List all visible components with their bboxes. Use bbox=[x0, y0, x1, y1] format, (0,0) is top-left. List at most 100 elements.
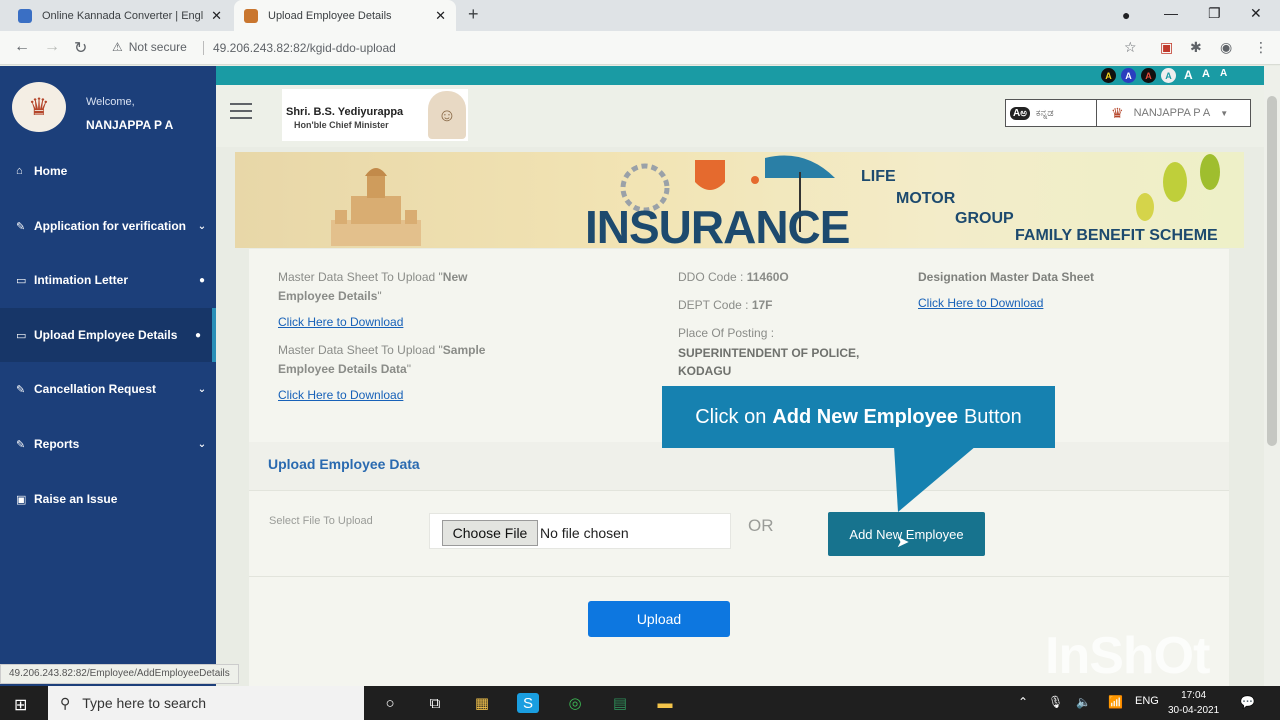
browser-tab-kannada-converter[interactable]: Online Kannada Converter | Engl ✕ bbox=[8, 0, 232, 31]
scrollbar-thumb[interactable] bbox=[1267, 96, 1277, 446]
section-divider bbox=[249, 490, 1229, 491]
monitor-icon: ▭ bbox=[16, 274, 27, 287]
banner-group-text: GROUP bbox=[955, 210, 1014, 227]
notifications-icon[interactable]: 💬 bbox=[1240, 695, 1255, 709]
microphone-icon[interactable]: 🎙 bbox=[1048, 695, 1063, 709]
dot-icon: ● bbox=[194, 329, 202, 341]
chevron-down-icon: ⌄ bbox=[197, 438, 207, 450]
security-indicator[interactable]: ⚠ Not secure bbox=[112, 40, 187, 54]
caret-down-icon: ▼ bbox=[1220, 108, 1229, 118]
callout-pointer bbox=[894, 446, 976, 512]
puzzle-extensions-icon[interactable]: ✱ bbox=[1190, 39, 1202, 56]
monitor-icon: ▭ bbox=[16, 329, 27, 342]
inshot-watermark: InShOt bbox=[1045, 627, 1210, 685]
skype-icon[interactable]: S bbox=[517, 693, 539, 713]
restore-icon[interactable]: ❐ bbox=[1208, 5, 1221, 22]
url-field[interactable]: 49.206.243.82:82/kgid-ddo-upload bbox=[213, 41, 396, 55]
font-normal-button[interactable]: A bbox=[1202, 68, 1210, 80]
close-icon[interactable]: ✕ bbox=[435, 8, 446, 24]
language-toggle-button[interactable]: Aಅ ಕನ್ನಡ bbox=[1005, 99, 1097, 127]
taskbar-search-box[interactable]: ⚲ Type here to search bbox=[48, 686, 364, 720]
extension-icon[interactable]: ▣ bbox=[1160, 39, 1173, 56]
taskbar-clock[interactable]: 17:04 30-04-2021 bbox=[1168, 688, 1219, 718]
sidebar-item-cancellation-request[interactable]: ✎ Cancellation Request ⌄ bbox=[0, 362, 216, 416]
download-new-employee-sheet-link[interactable]: Click Here to Download bbox=[278, 315, 403, 329]
mouse-cursor-icon: ➤ bbox=[896, 534, 910, 551]
page-scrollbar[interactable] bbox=[1264, 66, 1280, 686]
sidebar-item-label: Cancellation Request bbox=[34, 382, 157, 396]
task-view-icon[interactable]: ⧉ bbox=[424, 693, 446, 713]
contrast-red-button[interactable]: A bbox=[1141, 68, 1156, 83]
sidebar: ♛ Welcome, NANJAPPA P A ⌂ Home ✎ Applica… bbox=[0, 66, 216, 686]
sidebar-item-application-verification[interactable]: ✎ Application for verification ⌄ bbox=[0, 199, 216, 253]
emblem-favicon-icon bbox=[244, 8, 258, 23]
windows-start-icon[interactable]: ⊞ bbox=[14, 695, 27, 715]
page-header: Shri. B.S. Yediyurappa Hon'ble Chief Min… bbox=[216, 85, 1264, 147]
no-file-chosen-text: No file chosen bbox=[540, 525, 629, 541]
upload-button[interactable]: Upload bbox=[588, 601, 730, 637]
sidebar-item-label: Intimation Letter bbox=[34, 273, 129, 287]
chrome-icon[interactable]: ◎ bbox=[564, 693, 586, 713]
font-decrease-button[interactable]: A bbox=[1220, 68, 1227, 79]
contrast-blue-button[interactable]: A bbox=[1121, 68, 1136, 83]
reload-icon[interactable]: ↻ bbox=[74, 38, 87, 58]
clock-time: 17:04 bbox=[1181, 690, 1207, 701]
file-explorer-icon[interactable]: ▬ bbox=[654, 693, 676, 713]
banner-life-text: LIFE bbox=[861, 168, 896, 185]
sidebar-item-intimation-letter[interactable]: ▭ Intimation Letter ● bbox=[0, 253, 216, 307]
banner-motor-text: MOTOR bbox=[896, 190, 956, 207]
bookmark-star-icon[interactable]: ☆ bbox=[1124, 39, 1137, 56]
designation-sheet-text: Designation Master Data Sheet bbox=[918, 270, 1095, 284]
sidebar-item-raise-issue[interactable]: ▣ Raise an Issue bbox=[0, 472, 216, 526]
user-dropdown[interactable]: ♛ NANJAPPA P A ▼ bbox=[1097, 99, 1251, 127]
emblem-icon: ♛ bbox=[1111, 104, 1124, 121]
cm-title: Hon'ble Chief Minister bbox=[294, 120, 389, 130]
sidebar-item-reports[interactable]: ✎ Reports ⌄ bbox=[0, 417, 216, 471]
place-of-posting-label: Place Of Posting : bbox=[678, 326, 775, 340]
sidebar-item-upload-employee-details[interactable]: ▭ Upload Employee Details ● bbox=[0, 308, 216, 362]
windows-taskbar: ⊞ ⚲ Type here to search ○ ⧉ ▦ S ◎ ▤ ▬ ⌃ … bbox=[0, 686, 1280, 720]
contrast-normal-button[interactable]: A bbox=[1161, 68, 1176, 83]
font-increase-button[interactable]: A bbox=[1184, 68, 1193, 82]
edit-icon: ✎ bbox=[16, 438, 26, 451]
tutorial-callout: Click on Add New Employee Button bbox=[662, 386, 1055, 448]
browser-tab-bar: Online Kannada Converter | Engl ✕ Upload… bbox=[0, 0, 1280, 31]
browser-tab-upload-employee[interactable]: Upload Employee Details ✕ bbox=[234, 0, 456, 31]
close-icon[interactable]: ✕ bbox=[211, 8, 222, 24]
tray-chevron-up-icon[interactable]: ⌃ bbox=[1018, 695, 1028, 709]
search-placeholder: Type here to search bbox=[82, 695, 207, 711]
store-icon[interactable]: ▦ bbox=[471, 693, 493, 713]
sidebar-item-label: Raise an Issue bbox=[34, 492, 118, 506]
sidebar-item-label: Upload Employee Details bbox=[34, 328, 178, 342]
security-label: Not secure bbox=[128, 40, 187, 54]
cortana-icon[interactable]: ○ bbox=[379, 693, 401, 713]
download-sample-sheet-link[interactable]: Click Here to Download bbox=[278, 388, 403, 402]
profile-avatar-icon[interactable]: ◉ bbox=[1220, 39, 1232, 56]
kebab-menu-icon[interactable]: ⋮ bbox=[1254, 39, 1268, 56]
speaker-icon[interactable]: 🔈 bbox=[1076, 695, 1091, 709]
sidebar-item-home[interactable]: ⌂ Home bbox=[0, 144, 216, 198]
contrast-yellow-button[interactable]: A bbox=[1101, 68, 1116, 83]
profile-download-icon[interactable]: ● bbox=[1122, 7, 1130, 23]
window-close-icon[interactable]: ✕ bbox=[1250, 5, 1262, 22]
clock-date: 30-04-2021 bbox=[1168, 705, 1220, 716]
download-designation-sheet-link[interactable]: Click Here to Download bbox=[918, 296, 1043, 310]
ddo-code: DDO Code : 11460O bbox=[678, 270, 789, 284]
address-divider bbox=[203, 41, 204, 55]
choose-file-button[interactable]: Choose File bbox=[442, 520, 538, 546]
leaves-illustration bbox=[1136, 154, 1220, 221]
minimize-icon[interactable]: — bbox=[1164, 5, 1178, 21]
shield-favicon-icon bbox=[18, 8, 32, 23]
forward-arrow-icon[interactable]: → bbox=[44, 38, 60, 56]
select-file-label: Select File To Upload bbox=[269, 515, 373, 527]
back-arrow-icon[interactable]: ← bbox=[14, 38, 30, 56]
file-input[interactable]: Choose File No file chosen bbox=[429, 513, 731, 549]
place-of-posting-line-2: KODAGU bbox=[678, 364, 732, 378]
edit-icon: ✎ bbox=[16, 220, 26, 233]
language-indicator[interactable]: ENG bbox=[1135, 695, 1159, 707]
hamburger-menu-icon[interactable] bbox=[230, 103, 252, 124]
new-tab-plus-icon[interactable]: + bbox=[468, 4, 479, 25]
banner-insurance-text: INSURANCE bbox=[585, 201, 850, 248]
network-icon[interactable]: 📶 bbox=[1108, 695, 1123, 709]
excel-icon[interactable]: ▤ bbox=[609, 693, 631, 713]
